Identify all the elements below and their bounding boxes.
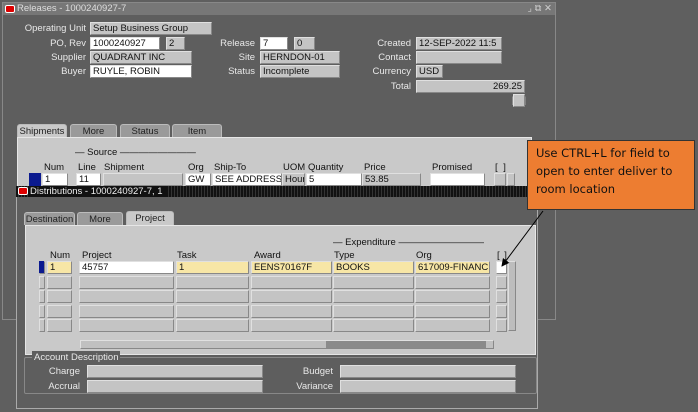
callout-arrow	[501, 210, 544, 267]
